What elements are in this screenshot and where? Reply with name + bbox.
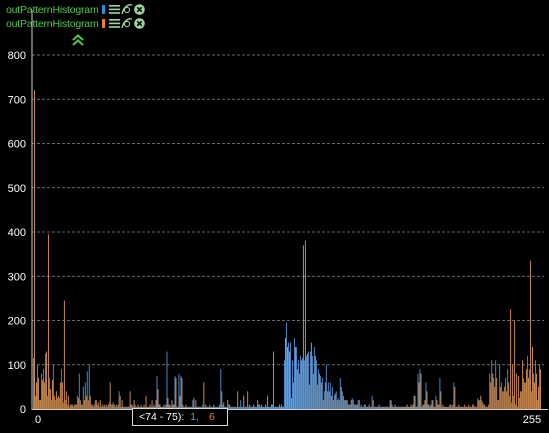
legend-label-2: outPatternHistogram [6,17,99,30]
collapse-legend-icon[interactable] [72,33,84,46]
y-tick-label: 600 [8,139,26,151]
close-icon[interactable] [133,18,145,29]
y-tick-labels: 0 100 200 300 400 500 600 700 800 [8,50,26,416]
y-tick-label: 300 [8,271,26,283]
gridlines [32,54,544,366]
x-tick-label: 0 [35,414,41,426]
readout-range: <74 - 75): [139,411,185,423]
y-tick-label: 700 [8,94,26,106]
legend-entry-2[interactable]: outPatternHistogram [6,17,145,30]
y-tick-label: 800 [8,50,26,62]
y-tick-label: 400 [8,227,26,239]
readout-separator: , [196,411,200,423]
x-tick-labels: 0 255 [35,414,541,426]
list-icon[interactable] [108,4,120,15]
y-tick-label: 500 [8,183,26,195]
y-tick-label: 200 [8,316,26,328]
legend-label-1: outPatternHistogram [6,3,99,16]
list-icon[interactable] [108,18,120,29]
legend-swatch-1 [101,5,105,14]
legend-swatch-2 [101,19,105,28]
curve-icon[interactable] [120,18,133,29]
readout-value-2: 6 [209,411,215,423]
histogram-chart: 0 100 200 300 400 500 600 700 800 0 255 [8,10,548,426]
curve-icon[interactable] [120,4,133,15]
y-tick-label: 0 [20,404,26,416]
y-tick-label: 100 [8,360,26,372]
close-icon[interactable] [133,4,145,15]
series-1-bars [33,322,540,409]
x-tick-label: 255 [523,414,541,426]
value-readout-tooltip: <74 - 75): 1 , 6 [132,408,228,426]
legend-entry-1[interactable]: outPatternHistogram [6,3,145,16]
series-2-bars [34,90,541,409]
